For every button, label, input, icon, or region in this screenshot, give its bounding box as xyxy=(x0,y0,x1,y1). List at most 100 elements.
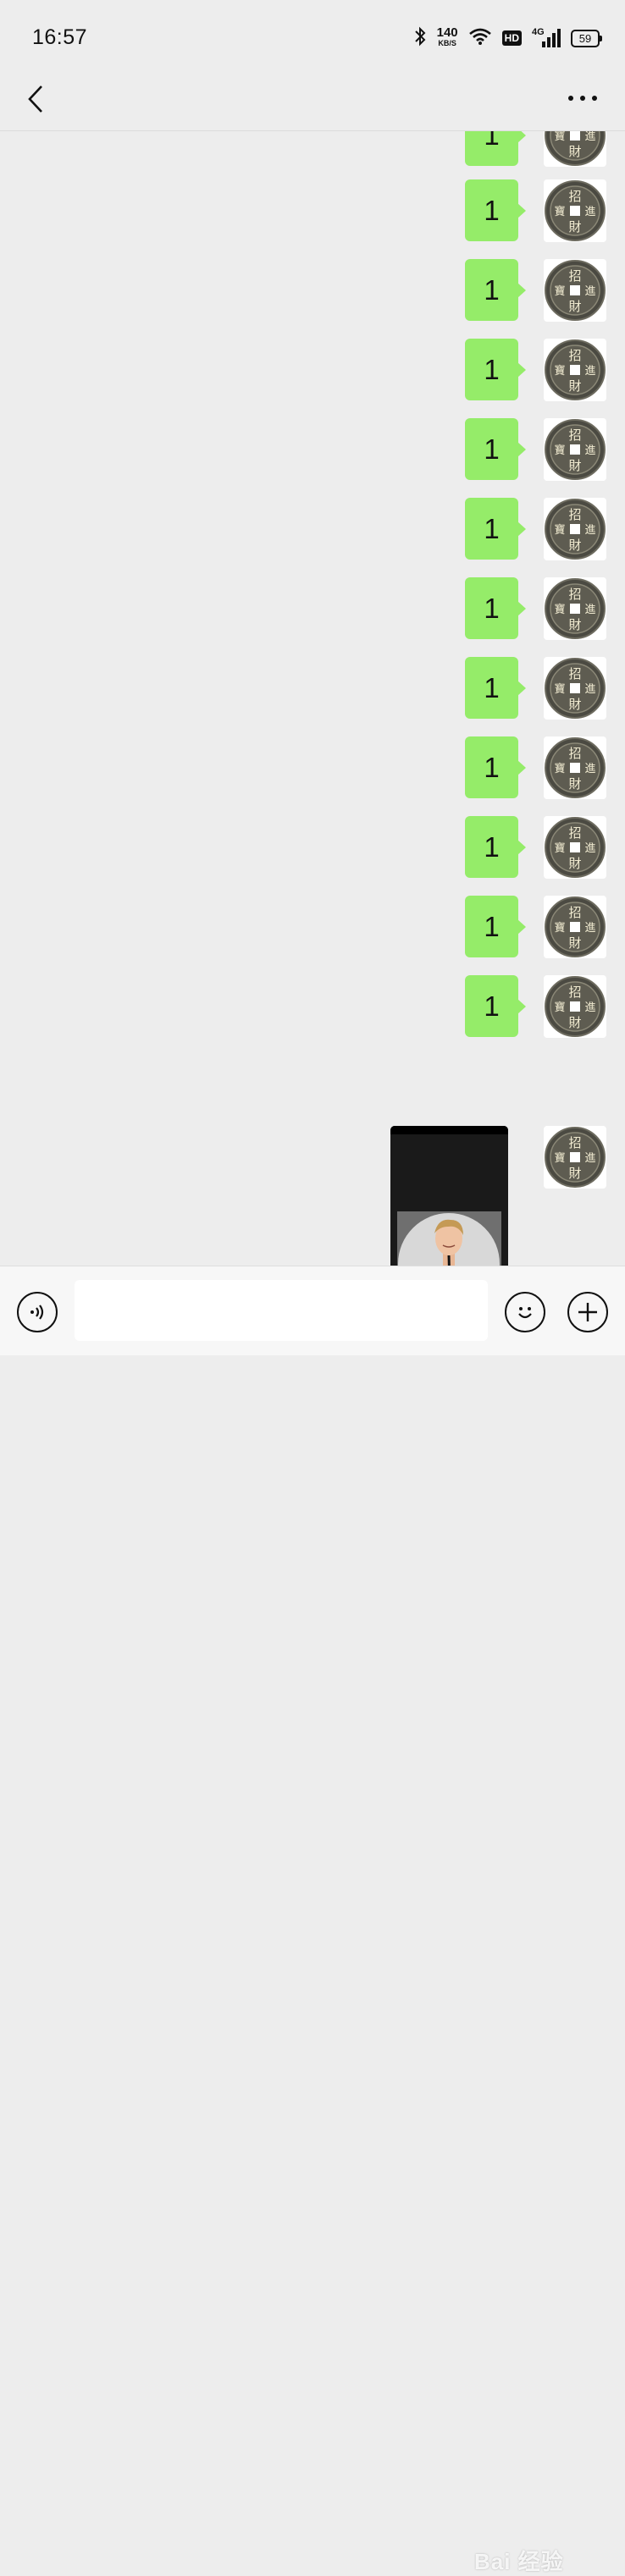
message-input[interactable] xyxy=(75,1280,488,1341)
avatar[interactable]: 招進財寶 xyxy=(544,816,606,879)
message-row: 1 招進財寶 xyxy=(0,975,625,1038)
avatar[interactable]: 招進財寶 xyxy=(544,577,606,640)
avatar[interactable]: 招 進 財 寶 xyxy=(544,1126,606,1189)
message-row: 1 招進財寶 xyxy=(0,816,625,879)
message-bubble[interactable]: 1 xyxy=(465,975,526,1037)
svg-text:進: 進 xyxy=(584,365,595,378)
avatar[interactable]: 招進財寶 xyxy=(544,975,606,1038)
svg-text:進: 進 xyxy=(584,1001,595,1014)
voice-icon xyxy=(30,1305,44,1320)
avatar[interactable]: 招進財寶 xyxy=(544,736,606,799)
message-row: 1 招進財寶 xyxy=(0,131,625,167)
message-bubble[interactable]: 1 xyxy=(465,339,526,400)
svg-text:寶: 寶 xyxy=(554,205,565,218)
svg-text:財: 財 xyxy=(568,458,581,473)
message-bubble[interactable]: 1 xyxy=(465,577,526,639)
message-bubble[interactable]: 1 xyxy=(465,131,526,166)
svg-text:招: 招 xyxy=(568,507,581,522)
emoji-icon xyxy=(518,1307,532,1319)
svg-text:財: 財 xyxy=(568,538,581,553)
svg-text:寶: 寶 xyxy=(554,921,565,935)
svg-text:進: 進 xyxy=(584,683,595,696)
net-speed-unit: KB/S xyxy=(438,39,456,47)
avatar[interactable]: 招進財寶 xyxy=(544,339,606,401)
chat-header xyxy=(0,74,625,131)
avatar[interactable]: 招進財寶 xyxy=(544,418,606,481)
bluetooth-icon xyxy=(413,26,427,51)
more-dots-icon xyxy=(568,96,597,101)
svg-text:招: 招 xyxy=(568,427,581,443)
message-bubble[interactable]: 1 xyxy=(465,896,526,957)
message-row: 1 招進財寶 xyxy=(0,259,625,322)
status-bar: 16:57 140 KB/S HD 4G 59 xyxy=(0,0,625,74)
svg-text:財: 財 xyxy=(568,856,581,871)
svg-text:財: 財 xyxy=(568,1166,581,1181)
svg-text:財: 財 xyxy=(568,1015,581,1030)
avatar[interactable]: 招進財寶 xyxy=(544,657,606,720)
back-button[interactable] xyxy=(19,78,53,120)
coin-avatar-icon: 招進財寶 xyxy=(545,419,606,480)
svg-text:招: 招 xyxy=(568,189,581,204)
svg-text:寶: 寶 xyxy=(554,762,565,775)
net-speed-value: 140 xyxy=(436,25,458,40)
avatar[interactable]: 招進財寶 xyxy=(544,498,606,560)
image-message: 取消 ⟲ ⬏ 确定 招 進 財 寶 xyxy=(64,1126,606,1266)
net-speed: 140 KB/S xyxy=(436,25,458,48)
message-bubble[interactable]: 1 xyxy=(465,736,526,798)
plus-icon xyxy=(578,1303,597,1321)
message-bubble[interactable]: 1 xyxy=(465,498,526,560)
coin-avatar-icon: 招進財寶 xyxy=(545,737,606,798)
coin-avatar-icon: 招進財寶 xyxy=(545,976,606,1037)
chevron-left-icon xyxy=(28,85,42,113)
message-bubble[interactable]: 1 xyxy=(465,816,526,878)
svg-text:寶: 寶 xyxy=(554,444,565,457)
svg-text:招: 招 xyxy=(568,985,581,1000)
svg-text:進: 進 xyxy=(584,131,595,143)
svg-text:招: 招 xyxy=(568,348,581,363)
svg-text:寶: 寶 xyxy=(554,131,565,143)
svg-text:財: 財 xyxy=(568,935,581,951)
coin-avatar-icon: 招進財寶 xyxy=(545,180,606,241)
message-bubble[interactable]: 1 xyxy=(465,418,526,480)
more-button[interactable] xyxy=(564,81,601,115)
svg-text:財: 財 xyxy=(568,378,581,394)
plus-button[interactable] xyxy=(567,1292,608,1332)
avatar[interactable]: 招進財寶 xyxy=(544,179,606,242)
svg-text:進: 進 xyxy=(584,524,595,537)
battery-level: 59 xyxy=(578,31,592,45)
svg-text:寶: 寶 xyxy=(554,603,565,616)
coin-avatar-icon: 招進財寶 xyxy=(545,499,606,560)
svg-text:進: 進 xyxy=(584,842,595,855)
svg-text:招: 招 xyxy=(568,666,581,681)
svg-text:寶: 寶 xyxy=(554,364,565,378)
svg-text:寶: 寶 xyxy=(554,284,565,298)
message-bubble[interactable]: 1 xyxy=(465,179,526,241)
svg-text:進: 進 xyxy=(584,206,595,218)
coin-avatar-icon: 招進財寶 xyxy=(545,817,606,878)
emoji-button[interactable] xyxy=(505,1292,545,1332)
message-bubble[interactable]: 1 xyxy=(465,259,526,321)
svg-text:招: 招 xyxy=(568,587,581,602)
message-row: 1 招進財寶 xyxy=(0,339,625,401)
chat-message-list[interactable]: 1招進財寶1招進財寶1招進財寶1招進財寶1招進財寶1招進財寶1招進財寶1招進財寶… xyxy=(0,131,625,1266)
coin-avatar-icon: 招進財寶 xyxy=(545,260,606,321)
image-bubble[interactable]: 取消 ⟲ ⬏ 确定 xyxy=(390,1126,508,1266)
message-row: 1 招進財寶 xyxy=(0,736,625,799)
svg-text:財: 財 xyxy=(568,697,581,712)
avatar[interactable]: 招進財寶 xyxy=(544,896,606,958)
avatar[interactable]: 招進財寶 xyxy=(544,131,606,167)
svg-text:寶: 寶 xyxy=(554,1151,565,1165)
svg-text:財: 財 xyxy=(568,219,581,234)
avatar[interactable]: 招進財寶 xyxy=(544,259,606,322)
voice-button[interactable] xyxy=(17,1292,58,1332)
svg-text:招: 招 xyxy=(568,905,581,920)
svg-text:財: 財 xyxy=(568,776,581,792)
message-bubble[interactable]: 1 xyxy=(465,657,526,719)
svg-text:進: 進 xyxy=(584,1152,595,1165)
wifi-icon xyxy=(468,27,492,50)
coin-avatar-icon: 招進財寶 xyxy=(545,658,606,719)
battery-icon: 59 xyxy=(571,29,602,47)
status-icons: 140 KB/S HD 4G 59 xyxy=(413,25,602,51)
svg-text:進: 進 xyxy=(584,922,595,935)
hd-icon: HD xyxy=(501,30,522,46)
